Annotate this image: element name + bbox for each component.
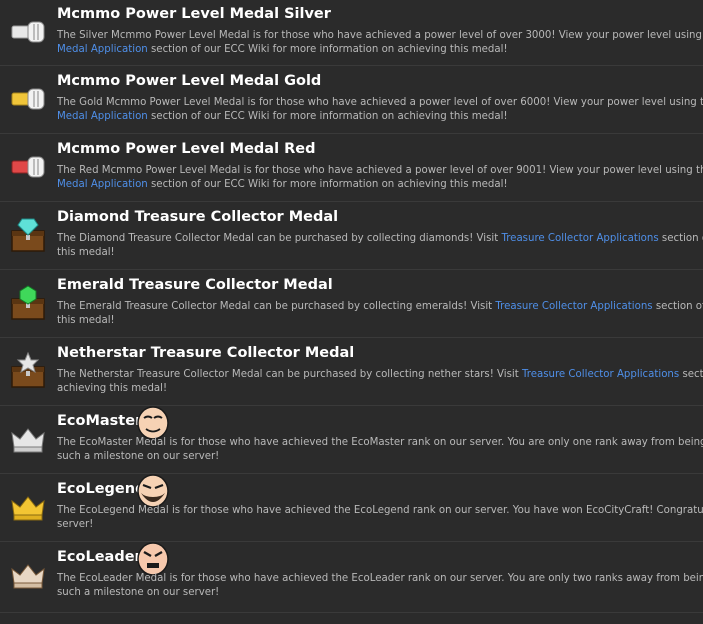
medal-description: The Netherstar Treasure Collector Medal … (57, 369, 703, 394)
medal-description: The EcoMaster Medal is for those who hav… (57, 437, 703, 462)
medal-title: Mcmmo Power Level Medal Silver (57, 6, 331, 22)
treasure-collector-applications-link[interactable]: Treasure Collector Applications (522, 369, 679, 380)
medal-description: The Emerald Treasure Collector Medal can… (57, 301, 703, 326)
medal-title: EcoLeader (57, 549, 142, 565)
bronze-crown-icon (11, 564, 45, 589)
emerald-chest-icon (11, 285, 45, 320)
medal-description: The Red Mcmmo Power Level Medal is for t… (57, 165, 703, 190)
medal-row: Diamond Treasure Collector Medal The Dia… (0, 203, 703, 270)
gold-fist-icon (11, 88, 45, 110)
diamond-chest-icon (11, 218, 45, 252)
medal-list: Mcmmo Power Level Medal Silver The Silve… (0, 0, 703, 624)
medal-title: Mcmmo Power Level Medal Gold (57, 73, 322, 89)
medal-row: EcoLeader The EcoLeader Medal is for tho… (0, 542, 703, 613)
medal-description: The Gold Mcmmo Power Level Medal is for … (57, 97, 703, 122)
medal-description: The Silver Mcmmo Power Level Medal is fo… (57, 30, 703, 55)
medal-description: The EcoLegend Medal is for those who hav… (57, 505, 703, 530)
medal-row: Netherstar Treasure Collector Medal The … (0, 339, 703, 406)
treasure-collector-applications-link[interactable]: Treasure Collector Applications (495, 301, 652, 312)
medal-application-link[interactable]: Medal Application (57, 179, 148, 190)
gold-crown-icon (11, 496, 45, 521)
silver-crown-icon (11, 428, 45, 453)
medal-row: EcoMaster The EcoMaster Medal is for tho… (0, 406, 703, 474)
medal-title: EcoLegend (57, 481, 146, 497)
treasure-collector-applications-link[interactable]: Treasure Collector Applications (501, 233, 658, 244)
medal-title: EcoMaster (57, 413, 143, 429)
medal-row: Mcmmo Power Level Medal Red The Red Mcmm… (0, 135, 703, 202)
medal-row: Mcmmo Power Level Medal Gold The Gold Mc… (0, 67, 703, 134)
medal-row: EcoLegend The EcoLegend Medal is for tho… (0, 474, 703, 542)
medal-title: Netherstar Treasure Collector Medal (57, 345, 355, 361)
red-fist-icon (11, 156, 45, 178)
silver-fist-icon (11, 21, 45, 43)
medal-application-link[interactable]: Medal Application (57, 111, 148, 122)
medal-description: The Diamond Treasure Collector Medal can… (57, 233, 703, 258)
medal-row: Mcmmo Power Level Medal Silver The Silve… (0, 0, 703, 66)
medal-title: Mcmmo Power Level Medal Red (57, 141, 316, 157)
netherstar-chest-icon (11, 351, 45, 388)
medal-title: Emerald Treasure Collector Medal (57, 277, 333, 293)
medal-application-link[interactable]: Medal Application (57, 44, 148, 55)
medal-row: Emerald Treasure Collector Medal The Eme… (0, 271, 703, 338)
medal-description: The EcoLeader Medal is for those who hav… (57, 573, 703, 598)
medal-title: Diamond Treasure Collector Medal (57, 209, 339, 225)
